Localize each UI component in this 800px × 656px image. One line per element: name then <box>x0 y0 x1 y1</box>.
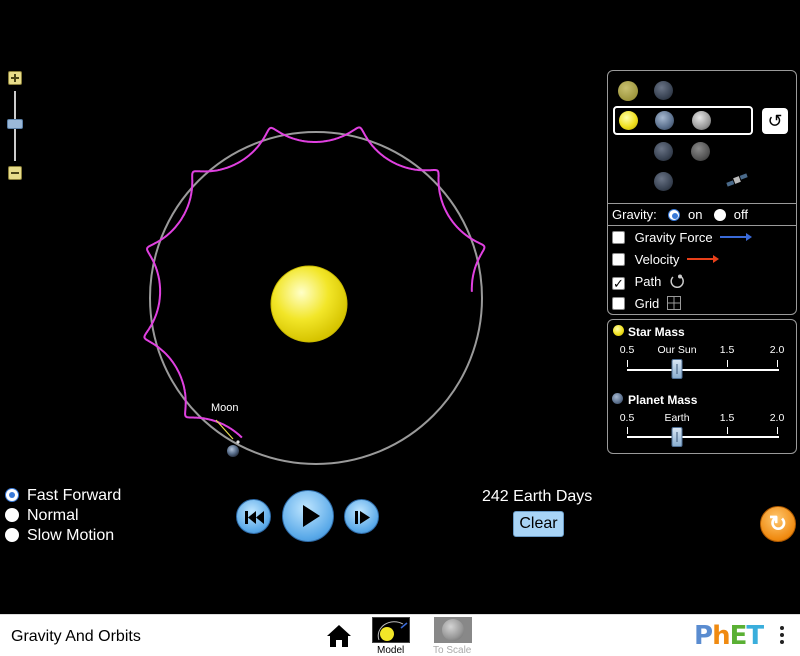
undo-arrow-icon: ↺ <box>767 111 783 131</box>
more-menu-icon[interactable] <box>780 626 786 648</box>
zoom-in-button[interactable] <box>8 71 22 85</box>
planet-mass-slider-track[interactable] <box>627 436 779 438</box>
star-mass-tick: 2.0 <box>769 344 785 356</box>
zoom-slider-thumb[interactable] <box>7 119 23 129</box>
gravity-force-option[interactable]: Gravity Force <box>612 230 753 245</box>
star-mass-slider-track[interactable] <box>627 369 779 371</box>
path-label[interactable]: Path <box>635 274 662 289</box>
screen-to-scale-button[interactable] <box>434 617 472 643</box>
speed-normal[interactable]: Normal <box>5 507 79 525</box>
star-mass-slider-thumb[interactable] <box>671 359 683 379</box>
screen-to-scale-label[interactable]: To Scale <box>433 645 471 656</box>
play-icon <box>303 505 320 527</box>
sun-icon <box>613 325 624 336</box>
moon-icon[interactable] <box>691 142 710 161</box>
moon-label: Moon <box>211 402 239 414</box>
step-forward-icon <box>355 511 370 524</box>
gravity-on-label[interactable]: on <box>688 207 702 222</box>
grid-label[interactable]: Grid <box>635 296 660 311</box>
screen-model-button[interactable] <box>372 617 410 643</box>
slider-tick <box>777 427 778 434</box>
grid-option[interactable]: Grid <box>612 296 681 311</box>
grid-checkbox[interactable] <box>612 297 625 310</box>
earth-icon[interactable] <box>654 172 673 191</box>
slider-tick <box>777 360 778 367</box>
earth-icon <box>655 111 674 130</box>
slider-tick <box>627 427 628 434</box>
slider-tick <box>727 360 728 367</box>
gravity-on-radio[interactable] <box>668 209 681 221</box>
rewind-icon <box>245 511 264 524</box>
moon-icon <box>692 111 711 130</box>
reset-icon: ↻ <box>768 511 788 536</box>
planet-mass-tick: 1.5 <box>719 412 735 424</box>
elapsed-time-label: 242 Earth Days <box>482 488 593 505</box>
planet-mass-tick: Earth <box>664 412 690 424</box>
normal-label[interactable]: Normal <box>27 507 79 524</box>
gravity-force-checkbox[interactable] <box>612 231 625 244</box>
sun-icon <box>619 111 638 130</box>
earth-icon[interactable] <box>654 142 673 161</box>
planet-mass-title: Planet Mass <box>628 393 698 407</box>
path-option[interactable]: ✓ Path <box>612 274 685 290</box>
gravity-toggle: Gravity: on off <box>612 207 748 222</box>
navigation-bar: Gravity And Orbits Model To Scale PhET <box>0 614 800 656</box>
speed-slow-motion[interactable]: Slow Motion <box>5 527 114 545</box>
reset-all-button[interactable]: ↻ <box>760 506 796 542</box>
planet-mass-tick: 2.0 <box>769 412 785 424</box>
earth[interactable] <box>227 445 239 457</box>
screen-model-label[interactable]: Model <box>377 645 404 656</box>
normal-radio[interactable] <box>5 508 19 522</box>
star-mass-title: Star Mass <box>628 325 685 339</box>
star-mass-tick: 1.5 <box>719 344 735 356</box>
step-forward-button[interactable] <box>344 499 379 534</box>
gravity-off-label[interactable]: off <box>734 207 748 222</box>
rewind-button[interactable] <box>236 499 271 534</box>
panel-divider <box>608 225 796 226</box>
planet-mass-tick: 0.5 <box>619 412 635 424</box>
path-checkbox[interactable]: ✓ <box>612 277 625 290</box>
play-button[interactable] <box>282 490 334 542</box>
reset-bodies-button[interactable]: ↺ <box>762 108 788 134</box>
red-arrow-icon <box>687 255 720 263</box>
sun-icon[interactable] <box>618 81 638 101</box>
velocity-checkbox[interactable] <box>612 253 625 266</box>
slow-motion-radio[interactable] <box>5 528 19 542</box>
fast-forward-radio[interactable] <box>5 488 19 502</box>
star-mass-tick: 0.5 <box>619 344 635 356</box>
play-area: Moon ↺ Gravity: on off Gravity Force Vel… <box>0 0 800 614</box>
slider-tick <box>627 360 628 367</box>
gravity-label: Gravity: <box>612 207 657 222</box>
mass-panel: Star Mass 0.5 Our Sun 1.5 2.0 Planet Mas… <box>607 319 797 454</box>
earth-icon[interactable] <box>654 81 673 100</box>
panel-divider <box>608 203 796 204</box>
zoom-out-button[interactable] <box>8 166 22 180</box>
model-screen-icon <box>377 621 408 641</box>
path-icon <box>670 274 684 289</box>
grid-icon <box>666 296 681 310</box>
home-icon[interactable] <box>326 624 352 648</box>
earth-icon <box>612 393 623 404</box>
body-options-panel: ↺ Gravity: on off Gravity Force Velocity… <box>607 70 797 315</box>
planet-mass-slider-thumb[interactable] <box>671 427 683 447</box>
phet-logo[interactable]: PhET <box>694 621 764 651</box>
moon-icon <box>442 619 464 641</box>
selected-body-set[interactable] <box>613 106 753 135</box>
sun[interactable] <box>270 265 348 343</box>
slow-motion-label[interactable]: Slow Motion <box>27 527 114 544</box>
blue-arrow-icon <box>720 233 753 241</box>
moon[interactable] <box>236 440 240 444</box>
speed-fast-forward[interactable]: Fast Forward <box>5 487 121 505</box>
star-mass-tick: Our Sun <box>657 344 697 356</box>
gravity-force-label[interactable]: Gravity Force <box>635 230 713 245</box>
satellite-icon[interactable] <box>726 173 748 187</box>
velocity-option[interactable]: Velocity <box>612 252 720 267</box>
velocity-label[interactable]: Velocity <box>635 252 680 267</box>
clear-button[interactable]: Clear <box>513 511 564 537</box>
fast-forward-label[interactable]: Fast Forward <box>27 487 121 504</box>
slider-tick <box>727 427 728 434</box>
sim-title: Gravity And Orbits <box>11 628 141 645</box>
gravity-off-radio[interactable] <box>714 209 727 221</box>
